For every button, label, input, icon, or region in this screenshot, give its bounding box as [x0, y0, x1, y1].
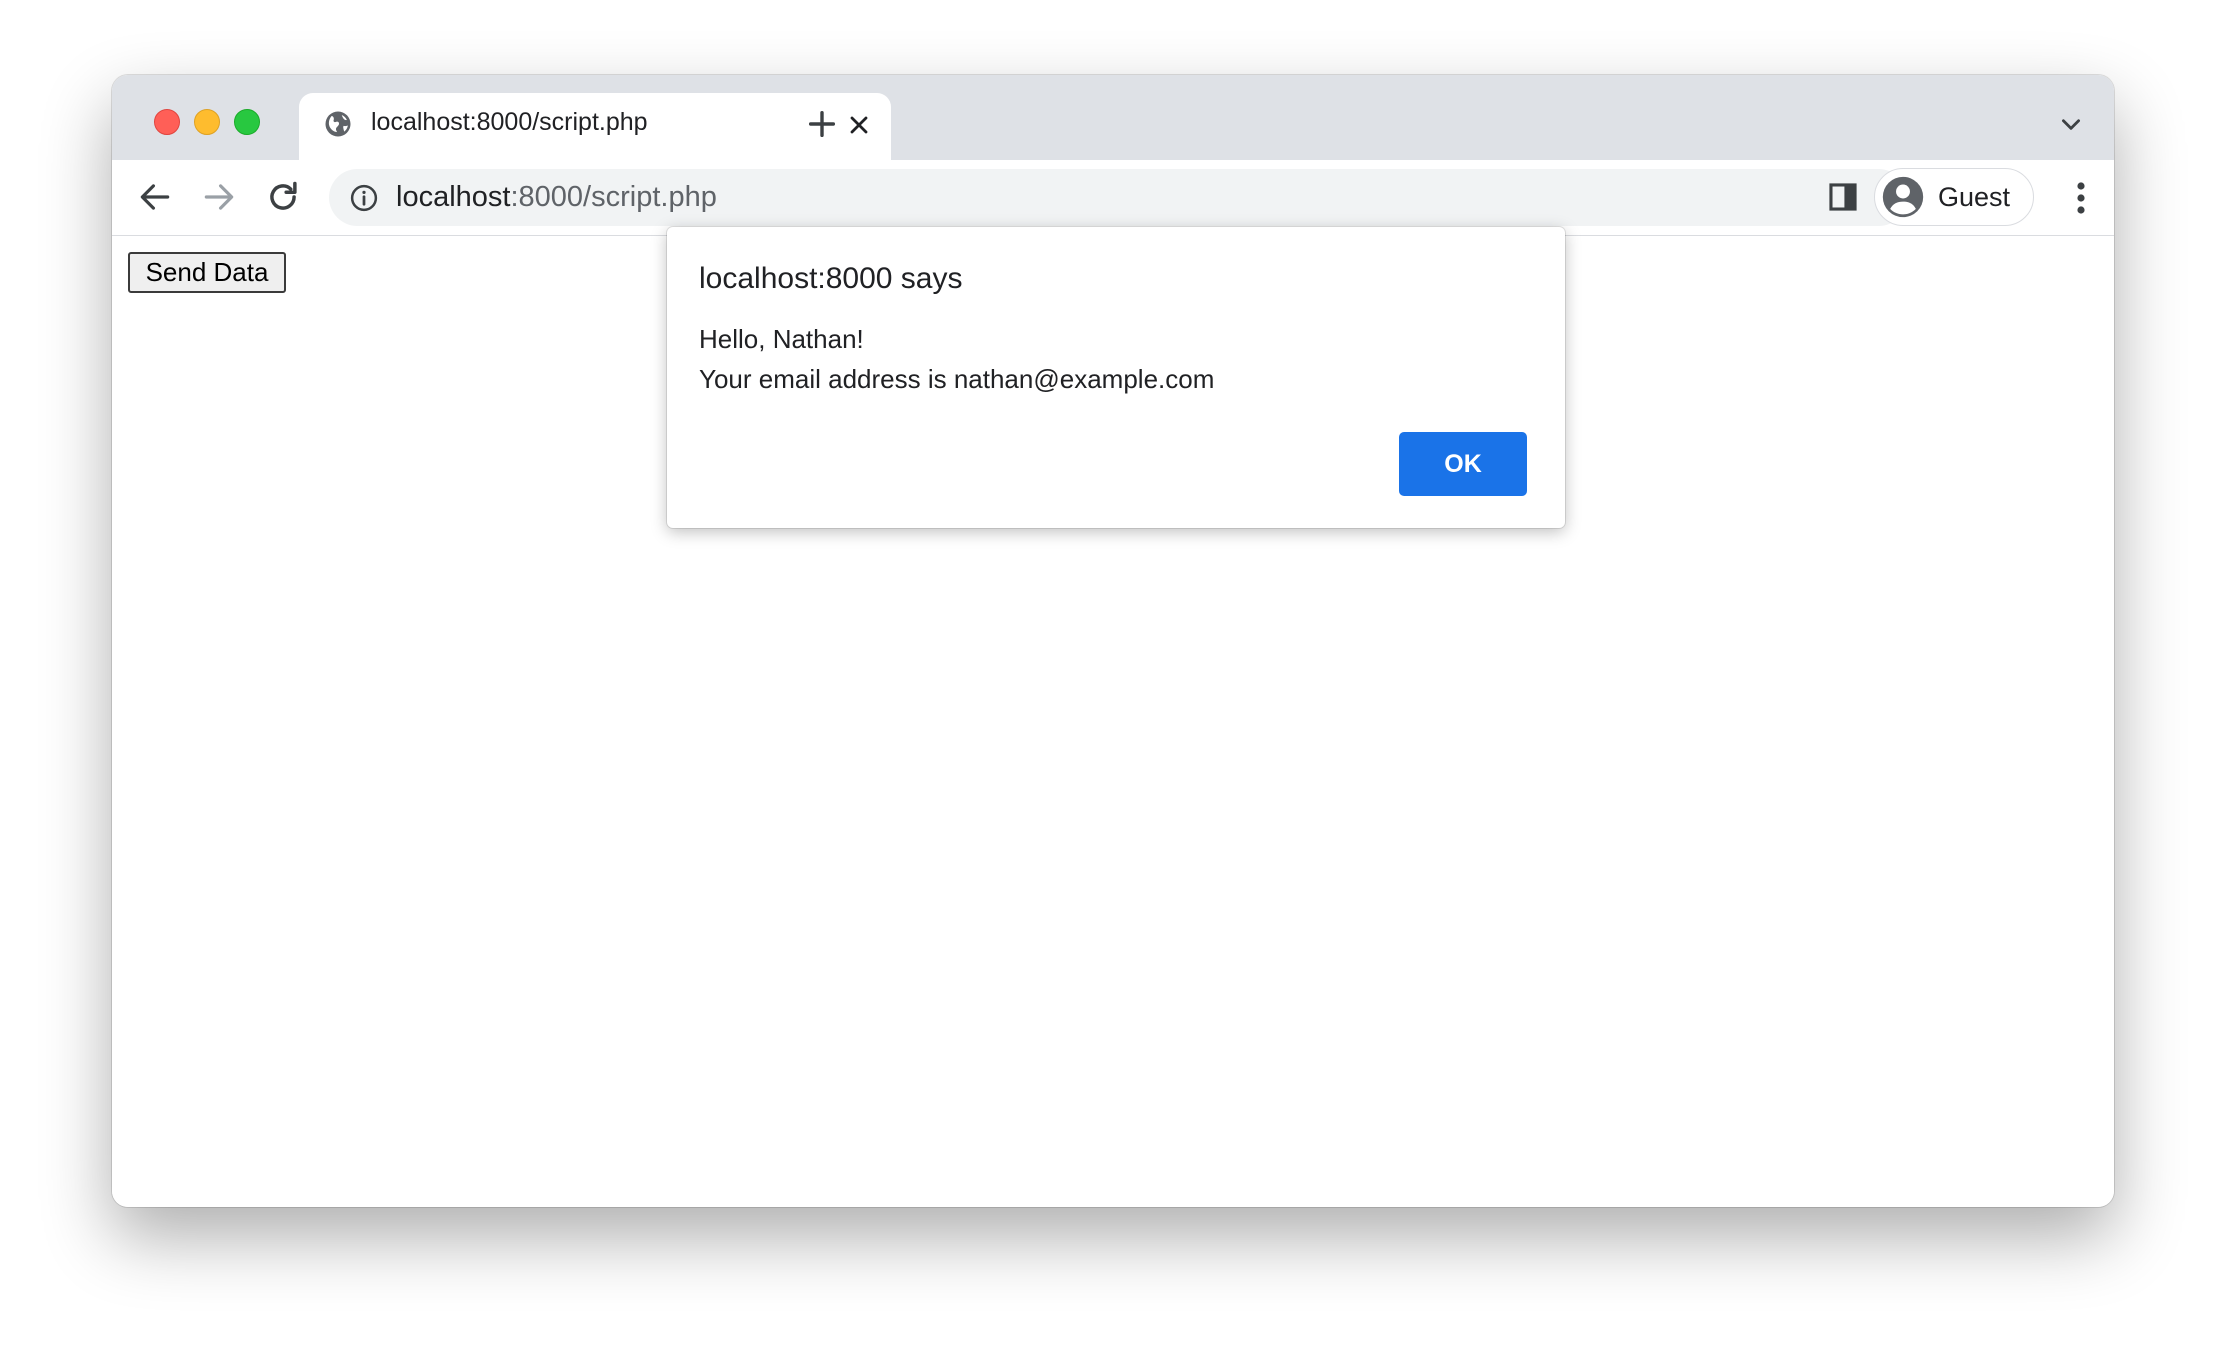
url-host: localhost [396, 181, 511, 213]
tab-active[interactable]: localhost:8000/script.php [299, 93, 891, 160]
send-data-button[interactable]: Send Data [128, 252, 286, 293]
address-url[interactable]: localhost:8000/script.php [396, 181, 717, 214]
dialog-message-line-1: Hello, Nathan! [699, 324, 864, 354]
browser-window: localhost:8000/script.php localhost:8000… [112, 75, 2114, 1207]
profile-name: Guest [1938, 182, 2011, 212]
tab-strip: localhost:8000/script.php [112, 75, 2114, 160]
info-icon[interactable] [349, 183, 379, 213]
alert-dialog: localhost:8000 says Hello, Nathan! Your … [667, 227, 1565, 528]
arrow-left-icon[interactable] [136, 178, 174, 216]
plus-icon[interactable] [805, 107, 839, 141]
ok-button[interactable]: OK [1399, 432, 1527, 496]
dialog-message-line-2: Your email address is nathan@example.com [699, 364, 1215, 394]
account-circle-icon [1882, 176, 1924, 218]
url-path: :8000/script.php [510, 181, 717, 213]
dialog-title: localhost:8000 says [699, 262, 963, 295]
maximize-window-button[interactable] [234, 109, 260, 135]
reload-icon[interactable] [264, 178, 302, 216]
kebab-menu-icon[interactable] [2076, 180, 2086, 216]
close-icon[interactable] [845, 111, 873, 139]
minimize-window-button[interactable] [194, 109, 220, 135]
chevron-down-icon[interactable] [2058, 111, 2084, 137]
address-bar[interactable]: localhost:8000/script.php [329, 169, 1907, 226]
profile-button[interactable]: Guest [1874, 168, 2034, 226]
browser-toolbar: localhost:8000/script.php Guest [112, 160, 2114, 236]
tab-title: localhost:8000/script.php [371, 108, 648, 136]
arrow-right-icon[interactable] [200, 178, 238, 216]
globe-icon [325, 111, 351, 137]
side-panel-icon[interactable] [1826, 180, 1860, 214]
close-window-button[interactable] [154, 109, 180, 135]
